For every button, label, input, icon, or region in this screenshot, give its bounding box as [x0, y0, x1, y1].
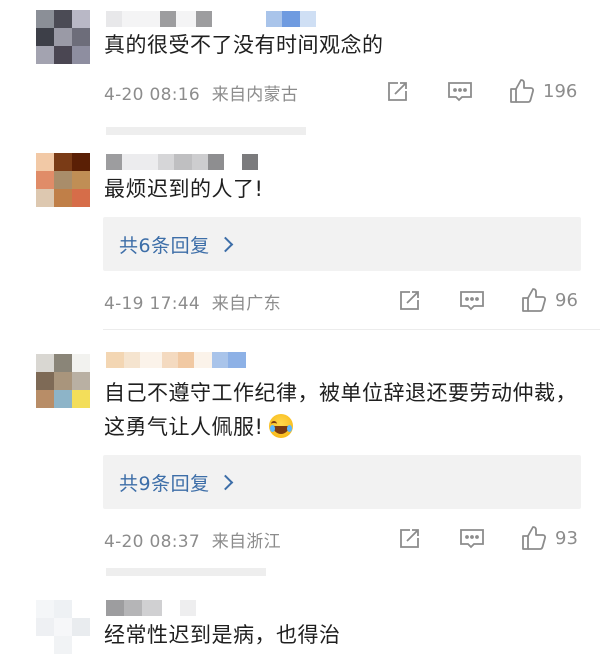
- comment-icon: [460, 529, 484, 549]
- comment-button[interactable]: [447, 80, 473, 104]
- comment-location: 来自浙江: [211, 532, 281, 552]
- comment-item: 经常性迟到是病，也得治: [0, 590, 600, 666]
- comment-icon: [448, 82, 472, 102]
- comment-time: 4-20 08:37: [104, 532, 200, 552]
- chevron-right-icon: [217, 236, 233, 252]
- like-count: 96: [555, 289, 578, 311]
- like-icon: [522, 288, 547, 312]
- comment-text: 最烦迟到的人了!: [104, 177, 264, 201]
- comment-time: 4-19 17:44: [104, 294, 200, 314]
- divider: [106, 127, 306, 135]
- comment-item: 自己不遵守工作纪律，被单位辞退还要劳动仲裁，这勇气让人佩服! 共9条回复 4-2…: [0, 340, 600, 576]
- divider: [106, 568, 266, 576]
- like-icon: [522, 526, 547, 550]
- reply-count-label: 共6条回复: [119, 234, 210, 257]
- divider: [103, 329, 600, 330]
- avatar[interactable]: [36, 153, 90, 207]
- laughing-tears-emoji: [269, 414, 294, 438]
- username[interactable]: [106, 600, 196, 616]
- reply-thread-link[interactable]: 共6条回复: [103, 217, 581, 271]
- share-icon: [400, 291, 419, 310]
- comment-text-body: 自己不遵守工作纪律，被单位辞退还要劳动仲裁，这勇气让人佩服!: [104, 381, 577, 439]
- comment-text: 真的很受不了没有时间观念的: [104, 33, 384, 57]
- like-button[interactable]: 196: [509, 78, 577, 104]
- share-icon: [400, 529, 419, 548]
- username[interactable]: [106, 154, 258, 170]
- reply-thread-link[interactable]: 共9条回复: [103, 455, 581, 509]
- reply-count-label: 共9条回复: [119, 472, 210, 495]
- avatar[interactable]: [36, 10, 90, 64]
- comment-item: 真的很受不了没有时间观念的 4-20 08:16 来自内蒙古 196: [0, 0, 600, 135]
- like-count: 93: [555, 527, 578, 549]
- like-button[interactable]: 93: [521, 525, 578, 551]
- like-button[interactable]: 96: [521, 287, 578, 313]
- like-count: 196: [543, 80, 578, 102]
- comment-meta: 4-20 08:37 来自浙江: [104, 527, 281, 552]
- comment-text: 经常性迟到是病，也得治: [104, 623, 341, 647]
- comment-time: 4-20 08:16: [104, 85, 200, 105]
- share-icon: [388, 82, 407, 101]
- avatar[interactable]: [36, 354, 90, 408]
- comment-button[interactable]: [459, 527, 485, 551]
- username[interactable]: [106, 352, 246, 368]
- username[interactable]: [106, 11, 316, 27]
- avatar[interactable]: [36, 600, 90, 654]
- share-button[interactable]: [397, 527, 421, 551]
- comment-icon: [460, 291, 484, 311]
- comment-location: 来自广东: [211, 294, 281, 314]
- comment-meta: 4-20 08:16 来自内蒙古: [104, 80, 298, 105]
- share-button[interactable]: [397, 289, 421, 313]
- comment-button[interactable]: [459, 289, 485, 313]
- share-button[interactable]: [385, 80, 409, 104]
- comment-text: 自己不遵守工作纪律，被单位辞退还要劳动仲裁，这勇气让人佩服!: [104, 376, 578, 444]
- chevron-right-icon: [217, 474, 233, 490]
- comment-item: 最烦迟到的人了! 共6条回复 4-19 17:44 来自广东 96: [0, 140, 600, 330]
- like-icon: [510, 79, 535, 103]
- comment-meta: 4-19 17:44 来自广东: [104, 289, 281, 314]
- comment-location: 来自内蒙古: [211, 85, 299, 105]
